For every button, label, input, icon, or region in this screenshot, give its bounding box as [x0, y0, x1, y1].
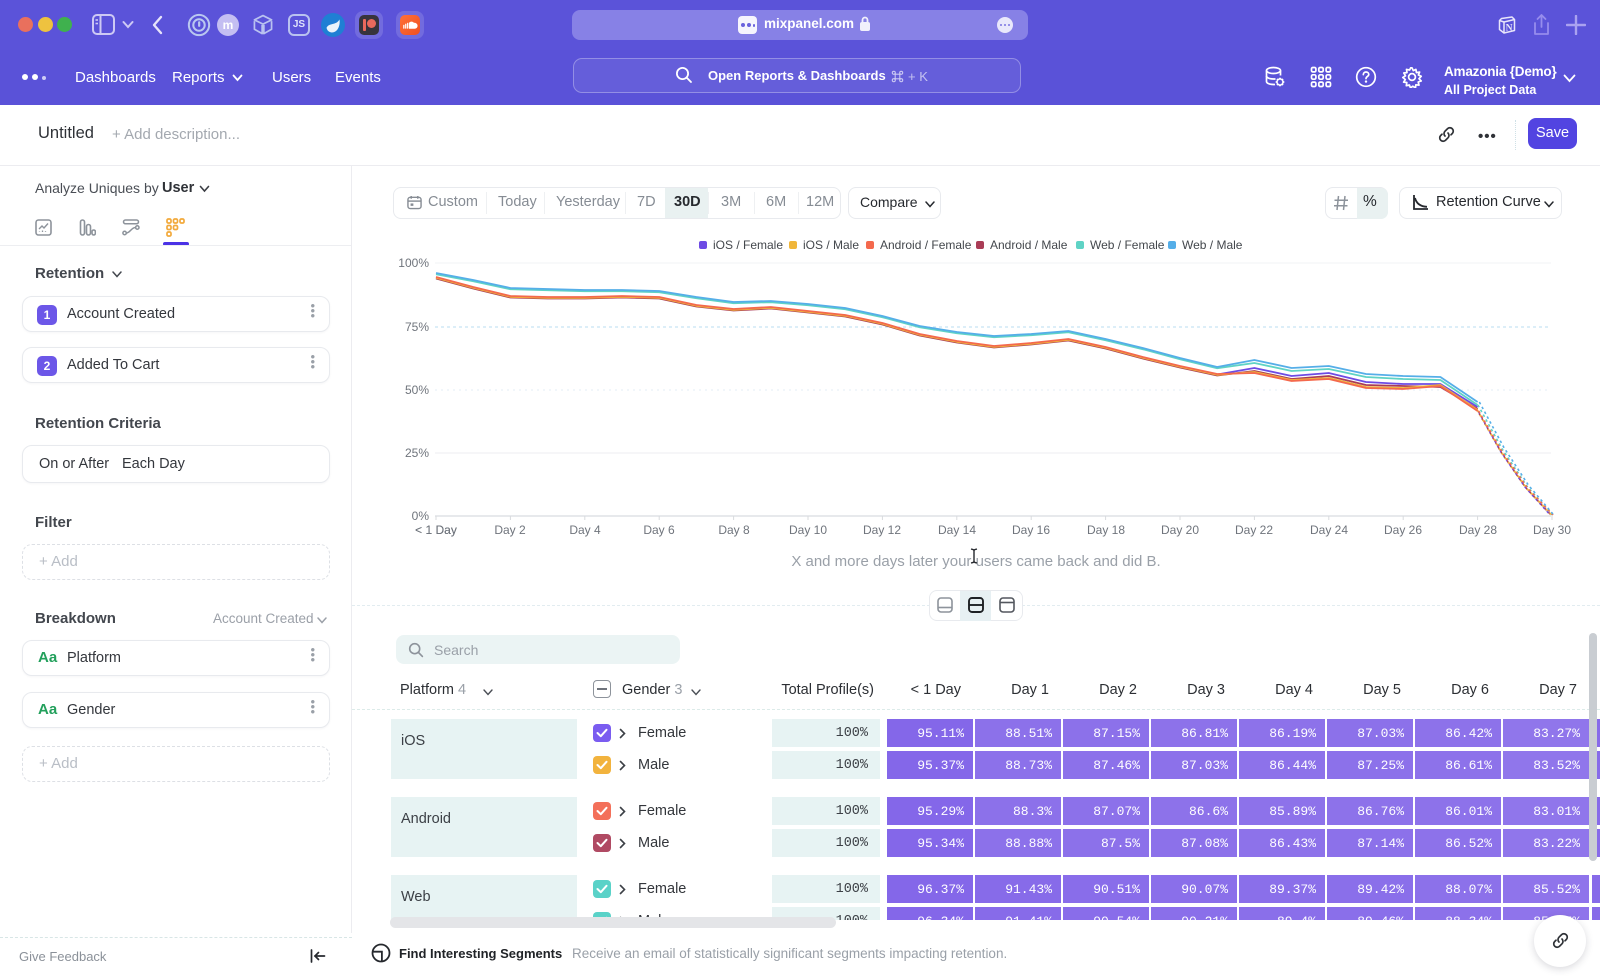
svg-text:N: N: [1506, 24, 1513, 34]
